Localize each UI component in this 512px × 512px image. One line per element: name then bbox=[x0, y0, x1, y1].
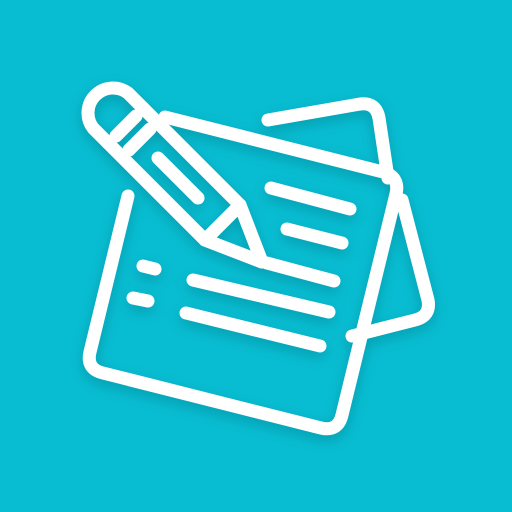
text-line bbox=[260, 256, 341, 288]
pencil-ferrule-band bbox=[122, 122, 157, 157]
text-line bbox=[280, 222, 349, 250]
text-line bbox=[179, 306, 327, 353]
notes-with-pencil-icon bbox=[81, 81, 435, 436]
text-line bbox=[136, 259, 162, 276]
pencil-tip-collar bbox=[198, 198, 247, 247]
app-icon bbox=[0, 0, 512, 512]
pencil-ferrule-band bbox=[109, 109, 143, 143]
text-line bbox=[186, 273, 336, 319]
text-line bbox=[264, 181, 357, 216]
text-line bbox=[126, 291, 155, 308]
